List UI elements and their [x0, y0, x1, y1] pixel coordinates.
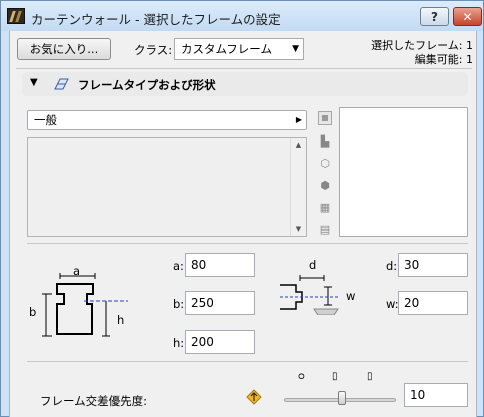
collapse-triangle-icon[interactable]: ▼ — [30, 77, 38, 88]
surface-view-icon[interactable]: ▤ — [318, 222, 332, 236]
chevron-down-icon: ▼ — [292, 44, 299, 54]
mid-priority-icon: ▯ — [332, 371, 338, 382]
editable-count: 編集可能: 1 — [414, 53, 473, 66]
chevron-right-icon: ▶ — [295, 115, 302, 124]
connection-diagram — [280, 275, 339, 315]
scroll-up-icon[interactable]: ▲ — [291, 141, 306, 149]
app-icon — [7, 8, 25, 24]
frame-type-icon — [54, 78, 69, 90]
panel-header[interactable]: ▼ フレームタイプおよび形状 — [22, 72, 468, 96]
frame-profile-list[interactable]: ▲ ▼ — [27, 137, 307, 237]
favorites-button[interactable]: お気に入り... — [17, 38, 111, 60]
dim-d-label: d — [309, 258, 317, 272]
dim-b-label: b — [29, 305, 37, 319]
priority-label: フレーム交差優先度: — [40, 394, 148, 408]
divider — [16, 68, 472, 69]
view-2d-icon[interactable] — [318, 111, 332, 125]
divider — [27, 361, 468, 362]
frame-type-dropdown[interactable]: 一般 ▶ — [27, 110, 307, 130]
list-scrollbar[interactable]: ▲ ▼ — [290, 138, 306, 236]
wireframe-3d-icon[interactable]: ⬡ — [318, 156, 332, 170]
class-dropdown[interactable]: カスタムフレーム ▼ — [174, 38, 304, 60]
class-label: クラス: — [134, 43, 173, 57]
panel-title: フレームタイプおよび形状 — [78, 78, 216, 92]
close-button[interactable]: ✕ — [453, 7, 482, 26]
param-b-field[interactable]: 250 — [185, 291, 255, 315]
section-view-icon[interactable]: ▦ — [318, 200, 332, 214]
plan-view-icon[interactable]: ▙ — [318, 134, 332, 148]
low-priority-icon: ᴑ — [298, 371, 305, 382]
param-d-label: d: — [386, 259, 398, 273]
help-button[interactable]: ? — [420, 7, 449, 26]
dim-a-label: a — [73, 264, 81, 278]
priority-icon — [246, 389, 262, 405]
title-bar[interactable]: カーテンウォール - 選択したフレームの設定 ? ✕ — [1, 1, 483, 31]
dim-w-label: w — [346, 289, 356, 303]
dialog-body: お気に入り... クラス: カスタムフレーム ▼ 選択したフレーム: 1 編集可… — [9, 31, 477, 417]
param-w-field[interactable]: 20 — [398, 291, 468, 315]
frame-type-value: 一般 — [34, 113, 57, 127]
param-b-label: b: — [173, 297, 185, 311]
param-w-label: w: — [386, 297, 399, 311]
scroll-down-icon[interactable]: ▼ — [291, 225, 306, 233]
dialog-window: カーテンウォール - 選択したフレームの設定 ? ✕ お気に入り... クラス:… — [0, 0, 484, 417]
param-h-label: h: — [173, 336, 185, 350]
priority-slider-thumb[interactable] — [338, 391, 346, 405]
param-a-field[interactable]: 80 — [185, 253, 255, 277]
param-a-label: a: — [173, 259, 184, 273]
solid-3d-icon[interactable]: ⬢ — [318, 178, 332, 192]
divider — [27, 243, 468, 244]
param-d-field[interactable]: 30 — [398, 253, 468, 277]
high-priority-icon: ▯ — [367, 371, 373, 382]
window-title: カーテンウォール - 選択したフレームの設定 — [31, 12, 281, 27]
dim-h-label: h — [117, 313, 125, 327]
priority-field[interactable]: 10 — [404, 383, 468, 407]
preview-box — [339, 107, 468, 237]
param-h-field[interactable]: 200 — [185, 330, 255, 354]
class-value: カスタムフレーム — [181, 42, 272, 56]
